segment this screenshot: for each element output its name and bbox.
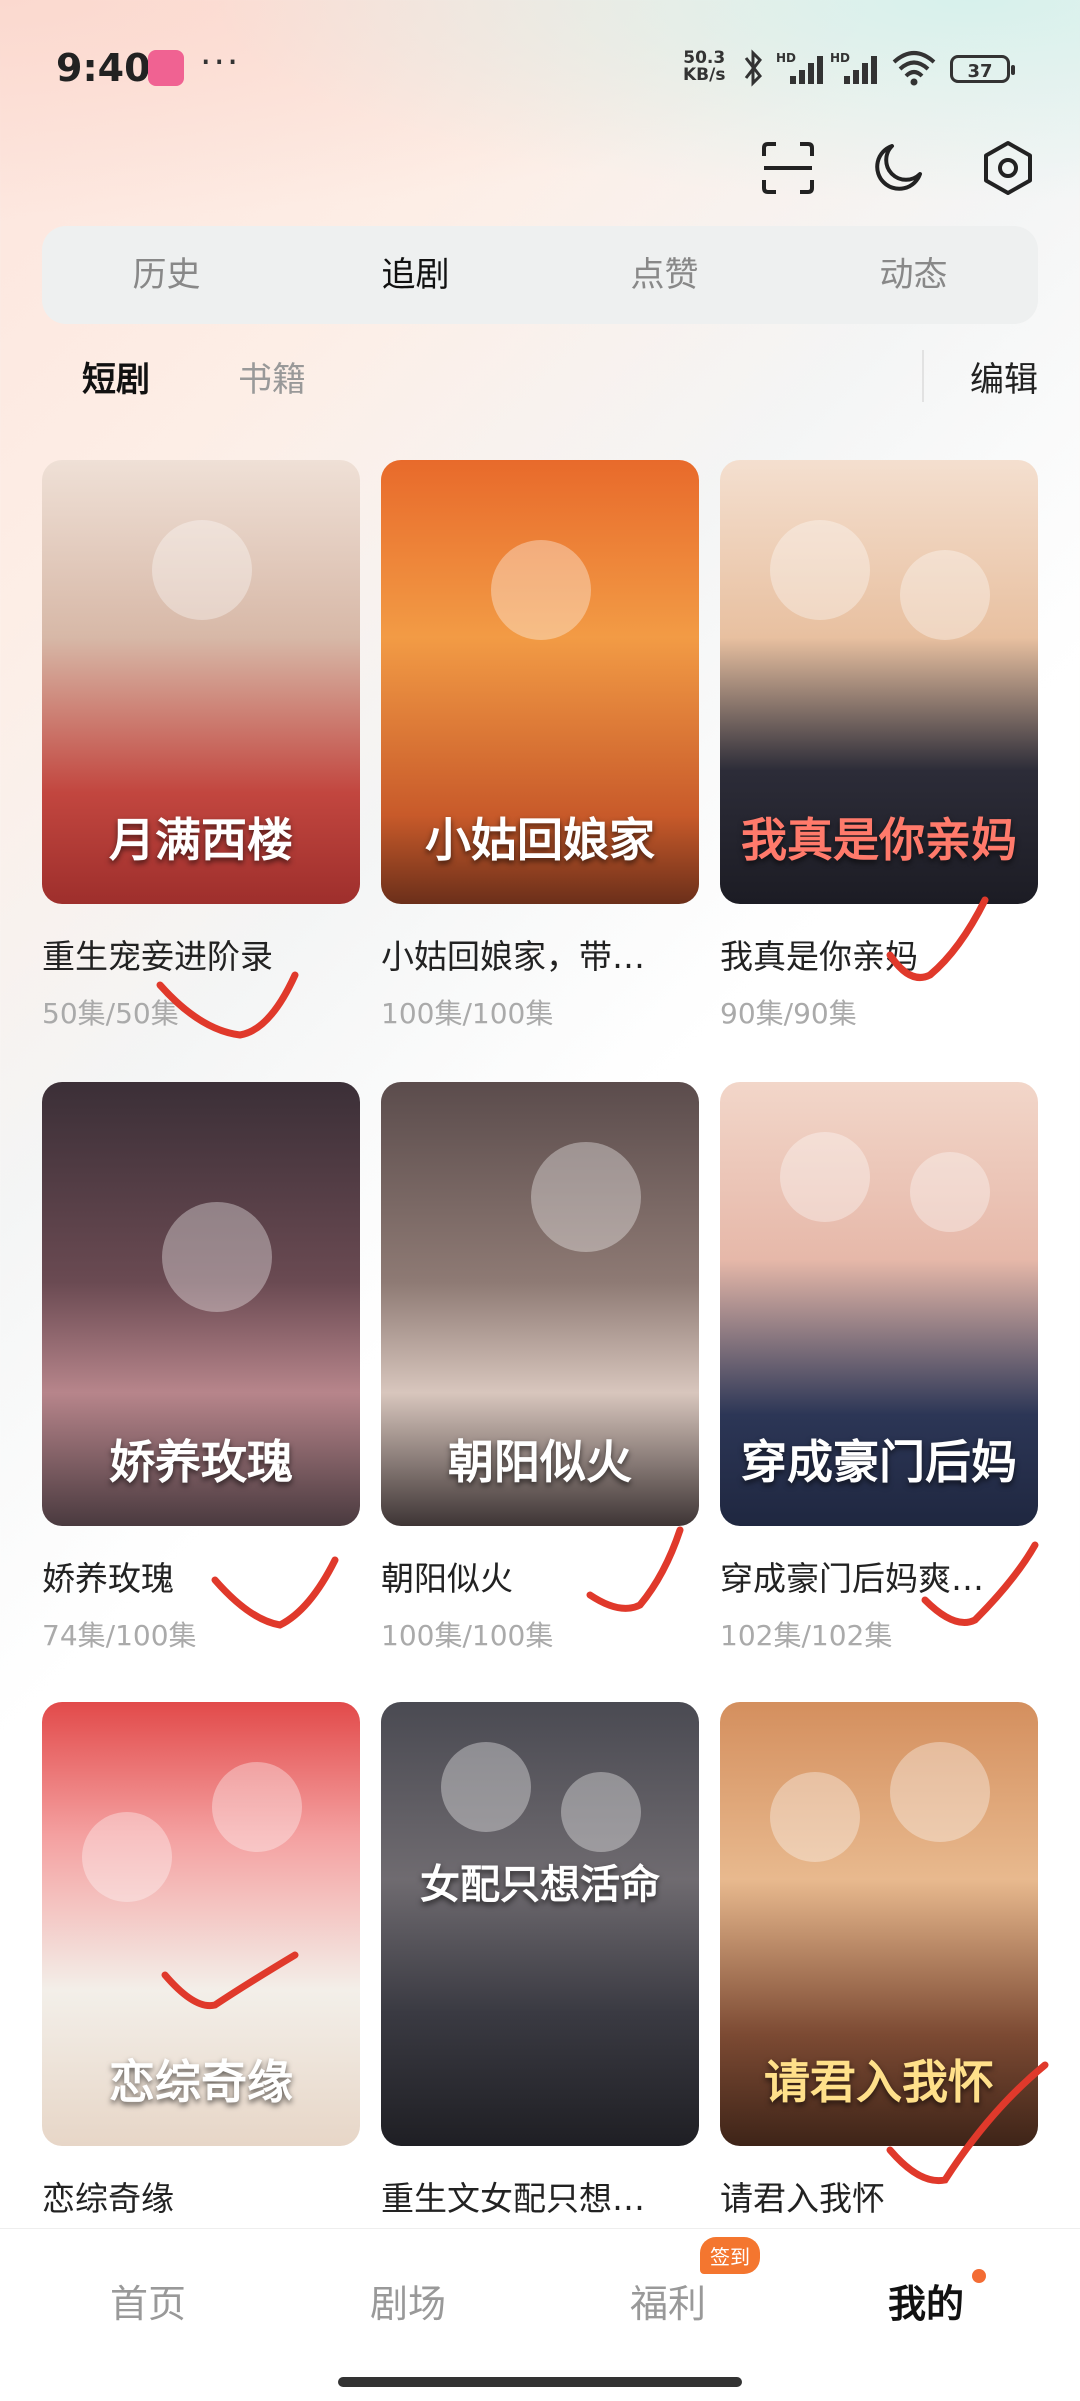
- app-badge-icon: [148, 50, 184, 86]
- poster-title: 小姑回娘家: [425, 813, 655, 867]
- settings-icon[interactable]: [980, 140, 1036, 196]
- signin-badge: 签到: [700, 2237, 760, 2274]
- signal-icon: HD: [830, 51, 877, 84]
- drama-poster[interactable]: 恋综奇缘: [42, 1702, 360, 2146]
- tab-bar: 历史 追剧 点赞 动态: [42, 226, 1038, 324]
- drama-card[interactable]: 娇养玫瑰 娇养玫瑰 74集/100集: [42, 1082, 360, 1654]
- drama-title: 重生宠妾进阶录: [42, 937, 273, 976]
- drama-card[interactable]: 月满西楼 重生宠妾进阶录 50集/50集: [42, 460, 360, 1032]
- poster-title: 朝阳似火: [448, 1435, 632, 1489]
- subtab-bar: 短剧 书籍 编辑: [42, 350, 1038, 408]
- poster-title: 请君入我怀: [764, 2055, 994, 2109]
- battery-icon: 37: [950, 55, 1015, 83]
- signal2-label: HD: [830, 51, 850, 65]
- bottom-nav: 首页 剧场 福利 签到 我的: [0, 2228, 1080, 2401]
- nav-mine[interactable]: 我的: [888, 2273, 964, 2328]
- status-time: 9:40: [56, 46, 151, 90]
- drama-poster[interactable]: 小姑回娘家: [381, 460, 699, 904]
- drama-card[interactable]: 女配只想活命 重生文女配只想…: [381, 1702, 699, 2234]
- status-bar: 9:40 ··· 50.3 KB/s HD HD 37: [0, 0, 1080, 140]
- notification-dot-icon: [972, 2269, 986, 2283]
- drama-episodes: 74集/100集: [42, 1619, 197, 1652]
- drama-card[interactable]: 穿成豪门后妈 穿成豪门后妈爽… 102集/102集: [720, 1082, 1038, 1654]
- drama-title: 小姑回娘家，带…: [381, 937, 645, 976]
- poster-title: 女配只想活命: [420, 1861, 660, 1908]
- tab-history[interactable]: 历史: [42, 226, 291, 324]
- divider: [922, 350, 924, 402]
- subtab-short-drama[interactable]: 短剧: [82, 352, 150, 401]
- drama-card[interactable]: 恋综奇缘 恋综奇缘: [42, 1702, 360, 2234]
- drama-title: 我真是你亲妈: [720, 937, 918, 976]
- poster-title: 穿成豪门后妈: [741, 1435, 1017, 1489]
- wifi-icon: [892, 51, 936, 86]
- moon-icon[interactable]: [870, 140, 926, 196]
- drama-title: 重生文女配只想…: [381, 2179, 645, 2218]
- net-speed: 50.3 KB/s: [683, 50, 725, 84]
- nav-theater[interactable]: 剧场: [370, 2273, 446, 2328]
- signal1-label: HD: [776, 51, 796, 65]
- drama-poster[interactable]: 月满西楼: [42, 460, 360, 904]
- poster-title: 我真是你亲妈: [741, 813, 1017, 867]
- drama-episodes: 50集/50集: [42, 997, 179, 1030]
- drama-poster[interactable]: 朝阳似火: [381, 1082, 699, 1526]
- drama-title: 恋综奇缘: [42, 2179, 174, 2218]
- tab-following[interactable]: 追剧: [291, 226, 540, 324]
- drama-episodes: 100集/100集: [381, 1619, 554, 1652]
- tab-likes[interactable]: 点赞: [540, 226, 789, 324]
- drama-title: 请君入我怀: [720, 2179, 885, 2218]
- nav-welfare[interactable]: 福利: [630, 2273, 706, 2328]
- drama-title: 穿成豪门后妈爽…: [720, 1559, 984, 1598]
- home-indicator[interactable]: [338, 2377, 742, 2387]
- signal-icon: HD: [776, 51, 823, 84]
- poster-title: 月满西楼: [109, 813, 293, 867]
- net-speed-unit: KB/s: [683, 65, 726, 85]
- poster-title: 娇养玫瑰: [109, 1435, 293, 1489]
- drama-card[interactable]: 朝阳似火 朝阳似火 100集/100集: [381, 1082, 699, 1654]
- drama-episodes: 90集/90集: [720, 997, 857, 1030]
- drama-episodes: 102集/102集: [720, 1619, 893, 1652]
- drama-poster[interactable]: 女配只想活命: [381, 1702, 699, 2146]
- drama-title: 朝阳似火: [381, 1559, 513, 1598]
- poster-title: 恋综奇缘: [109, 2055, 293, 2109]
- nav-home[interactable]: 首页: [110, 2273, 186, 2328]
- edit-button[interactable]: 编辑: [970, 352, 1038, 401]
- more-dots-icon: ···: [200, 42, 241, 83]
- scan-icon[interactable]: [760, 140, 816, 196]
- drama-poster[interactable]: 请君入我怀: [720, 1702, 1038, 2146]
- drama-poster[interactable]: 娇养玫瑰: [42, 1082, 360, 1526]
- drama-poster[interactable]: 我真是你亲妈: [720, 460, 1038, 904]
- tab-activity[interactable]: 动态: [789, 226, 1038, 324]
- drama-title: 娇养玫瑰: [42, 1559, 174, 1598]
- drama-poster[interactable]: 穿成豪门后妈: [720, 1082, 1038, 1526]
- subtab-books[interactable]: 书籍: [238, 352, 306, 401]
- drama-card[interactable]: 请君入我怀 请君入我怀: [720, 1702, 1038, 2234]
- drama-card[interactable]: 我真是你亲妈 我真是你亲妈 90集/90集: [720, 460, 1038, 1032]
- drama-episodes: 100集/100集: [381, 997, 554, 1030]
- bluetooth-icon: [744, 49, 762, 87]
- drama-card[interactable]: 小姑回娘家 小姑回娘家，带… 100集/100集: [381, 460, 699, 1032]
